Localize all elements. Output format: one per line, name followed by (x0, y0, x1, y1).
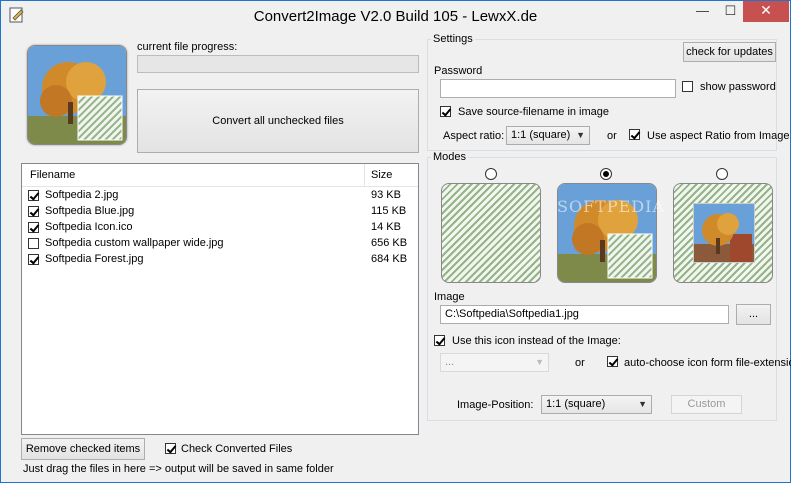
maximize-button[interactable]: ☐ (717, 1, 744, 22)
password-label: Password (434, 65, 483, 77)
column-header-filename[interactable]: Filename (30, 169, 75, 181)
image-position-label: Image-Position: (457, 399, 534, 411)
minimize-button[interactable]: — (689, 1, 716, 22)
aspect-ratio-label: Aspect ratio: (443, 130, 505, 142)
file-row-size: 656 KB (371, 237, 408, 249)
title-bar: Convert2Image V2.0 Build 105 - LewxX.de … (1, 1, 790, 31)
list-header: Filename Size (22, 164, 418, 187)
file-list[interactable]: Filename Size Softpedia 2.jpg 93 KB Softpe… (21, 163, 419, 435)
mode-radio-3[interactable] (716, 168, 728, 180)
file-row-name: Softpedia Blue.jpg (45, 205, 135, 217)
image-position-value: 1:1 (square) (546, 398, 606, 410)
mode-hatch-only[interactable] (441, 183, 541, 283)
file-row[interactable]: Softpedia Icon.ico 14 KB (22, 220, 418, 236)
aspect-ratio-value: 1:1 (square) (511, 129, 571, 141)
aspect-or-text: or (607, 130, 617, 142)
mode-radio-1[interactable] (485, 168, 497, 180)
use-aspect-checkbox[interactable] (629, 129, 640, 140)
file-row-size: 93 KB (371, 189, 401, 201)
file-row-checkbox[interactable] (28, 206, 39, 217)
footer-hint: Just drag the files in here => output wi… (23, 463, 334, 475)
use-icon-label: Use this icon instead of the Image: (452, 335, 621, 347)
column-header-size[interactable]: Size (371, 169, 392, 181)
browse-button[interactable]: ... (736, 304, 771, 325)
image-position-select[interactable]: 1:1 (square) ▼ (541, 395, 652, 414)
tree-photo-thumbnail (28, 46, 126, 144)
check-updates-button[interactable]: check for updates (683, 42, 776, 62)
chevron-down-icon: ▼ (576, 130, 585, 140)
preview-image (27, 45, 127, 145)
file-row-name: Softpedia Forest.jpg (45, 253, 144, 265)
file-row[interactable]: Softpedia 2.jpg 93 KB (22, 188, 418, 204)
password-field[interactable] (440, 79, 676, 98)
file-row[interactable]: Softpedia Blue.jpg 115 KB (22, 204, 418, 220)
window-title: Convert2Image V2.0 Build 105 - LewxX.de (253, 8, 538, 25)
auto-choose-checkbox[interactable] (607, 356, 618, 367)
file-row[interactable]: Softpedia Forest.jpg 684 KB (22, 252, 418, 268)
chevron-down-icon: ▼ (638, 399, 647, 409)
aspect-ratio-select[interactable]: 1:1 (square) ▼ (506, 126, 590, 145)
chevron-down-icon: ▼ (535, 357, 544, 367)
column-divider[interactable] (364, 164, 365, 186)
file-row-checkbox[interactable] (28, 238, 39, 249)
show-password-label: show password (700, 81, 776, 93)
save-filename-checkbox[interactable] (440, 106, 451, 117)
file-row-checkbox[interactable] (28, 222, 39, 233)
image-path-field[interactable]: C:\Softpedia\Softpedia1.jpg (440, 305, 729, 324)
icon-select-value: ... (445, 356, 455, 368)
convert-button[interactable]: Convert all unchecked files (137, 89, 419, 153)
file-row-name: Softpedia custom wallpaper wide.jpg (45, 237, 224, 249)
file-progress-bar (137, 55, 419, 73)
settings-group-label: Settings (431, 33, 475, 45)
image-label: Image (434, 291, 465, 303)
use-icon-checkbox[interactable] (434, 335, 445, 346)
main-content: current file progress: Convert all unche… (9, 31, 791, 476)
modes-group-label: Modes (431, 151, 469, 163)
check-converted-label: Check Converted Files (181, 443, 293, 455)
file-row-checkbox[interactable] (28, 190, 39, 201)
mode-radio-2[interactable] (600, 168, 612, 180)
file-row-size: 14 KB (371, 221, 401, 233)
show-password-checkbox[interactable] (682, 81, 693, 92)
file-row-size: 115 KB (371, 205, 407, 217)
remove-checked-button[interactable]: Remove checked items (21, 438, 145, 460)
app-window: Convert2Image V2.0 Build 105 - LewxX.de … (0, 0, 791, 483)
file-row-size: 684 KB (371, 253, 408, 265)
file-row-name: Softpedia Icon.ico (45, 221, 133, 233)
icon-select[interactable]: ... ▼ (440, 353, 549, 372)
icon-or-text: or (575, 357, 585, 369)
use-aspect-label: Use aspect Ratio from Image (647, 130, 790, 142)
save-filename-label: Save source-filename in image (458, 106, 610, 118)
mode-icon-centered[interactable] (673, 183, 773, 283)
softpedia-watermark: SOFTPEDIA (557, 197, 665, 216)
progress-label: current file progress: (137, 41, 238, 53)
close-button[interactable]: ✕ (743, 1, 789, 22)
file-row-checkbox[interactable] (28, 254, 39, 265)
check-converted-checkbox[interactable] (165, 443, 176, 454)
file-row[interactable]: Softpedia custom wallpaper wide.jpg 656 K… (22, 236, 418, 252)
file-row-name: Softpedia 2.jpg (45, 189, 119, 201)
icon-photo-inner (693, 203, 755, 263)
auto-choose-label: auto-choose icon form file-extension (624, 357, 791, 369)
custom-button[interactable]: Custom (671, 395, 742, 414)
